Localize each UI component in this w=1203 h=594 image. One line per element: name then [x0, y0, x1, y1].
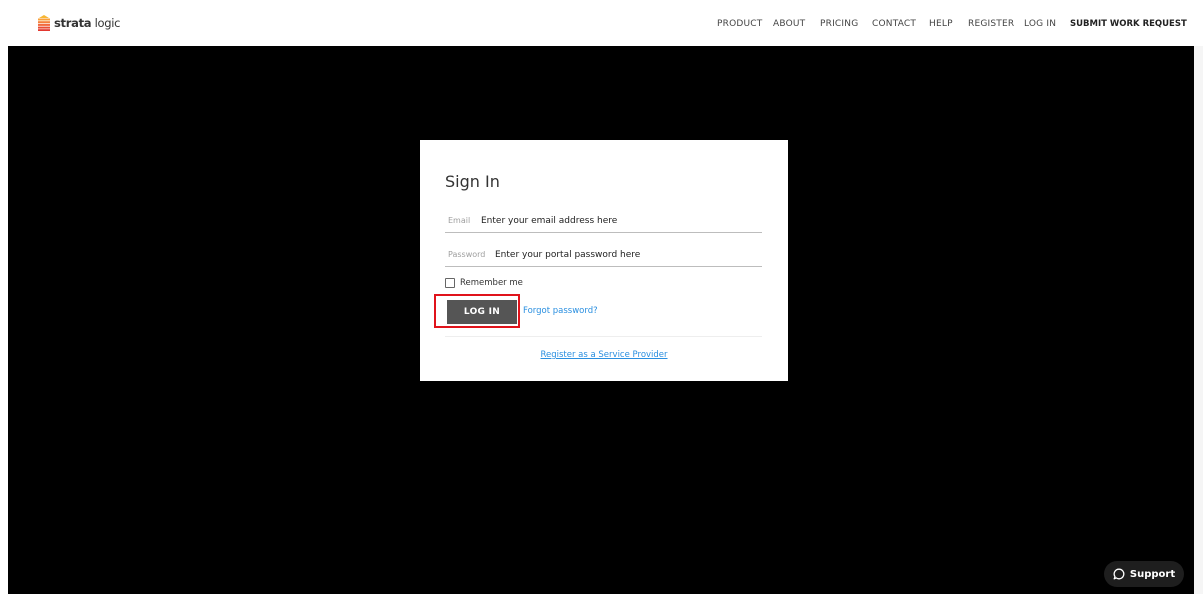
divider	[445, 336, 762, 337]
nav-pricing[interactable]: PRICING	[820, 19, 858, 29]
top-header: strata logic PRODUCT ABOUT PRICING CONTA…	[0, 0, 1203, 46]
password-label: Password	[448, 250, 486, 259]
email-label: Email	[448, 216, 471, 225]
login-button[interactable]: LOG IN	[447, 300, 517, 324]
nav-product[interactable]: PRODUCT	[717, 19, 762, 29]
remember-me-label[interactable]: Remember me	[460, 278, 523, 288]
remember-me-row[interactable]: Remember me	[445, 278, 523, 288]
email-field-container: Email	[445, 212, 762, 233]
forgot-password-link[interactable]: Forgot password?	[523, 306, 598, 316]
nav-about[interactable]: ABOUT	[773, 19, 805, 29]
support-label: Support	[1129, 568, 1176, 580]
signin-card: Sign In Email Password Remember me LOG I…	[420, 140, 788, 381]
nav-submit-work-request[interactable]: SUBMIT WORK REQUEST	[1070, 19, 1187, 29]
email-field[interactable]	[481, 213, 759, 229]
main-nav: PRODUCT ABOUT PRICING CONTACT HELP REGIS…	[0, 19, 1203, 33]
chat-bubble-icon	[1113, 568, 1125, 580]
support-button[interactable]: Support	[1104, 561, 1184, 587]
nav-contact[interactable]: CONTACT	[872, 19, 916, 29]
nav-log-in[interactable]: LOG IN	[1024, 19, 1056, 29]
remember-me-checkbox[interactable]	[445, 278, 455, 288]
signin-title: Sign In	[445, 172, 500, 191]
password-field[interactable]	[495, 247, 759, 263]
scrollbar-track[interactable]	[1194, 46, 1203, 594]
register-service-provider-link[interactable]: Register as a Service Provider	[420, 350, 788, 360]
nav-help[interactable]: HELP	[929, 19, 953, 29]
nav-register[interactable]: REGISTER	[968, 19, 1014, 29]
password-field-container: Password	[445, 246, 762, 267]
